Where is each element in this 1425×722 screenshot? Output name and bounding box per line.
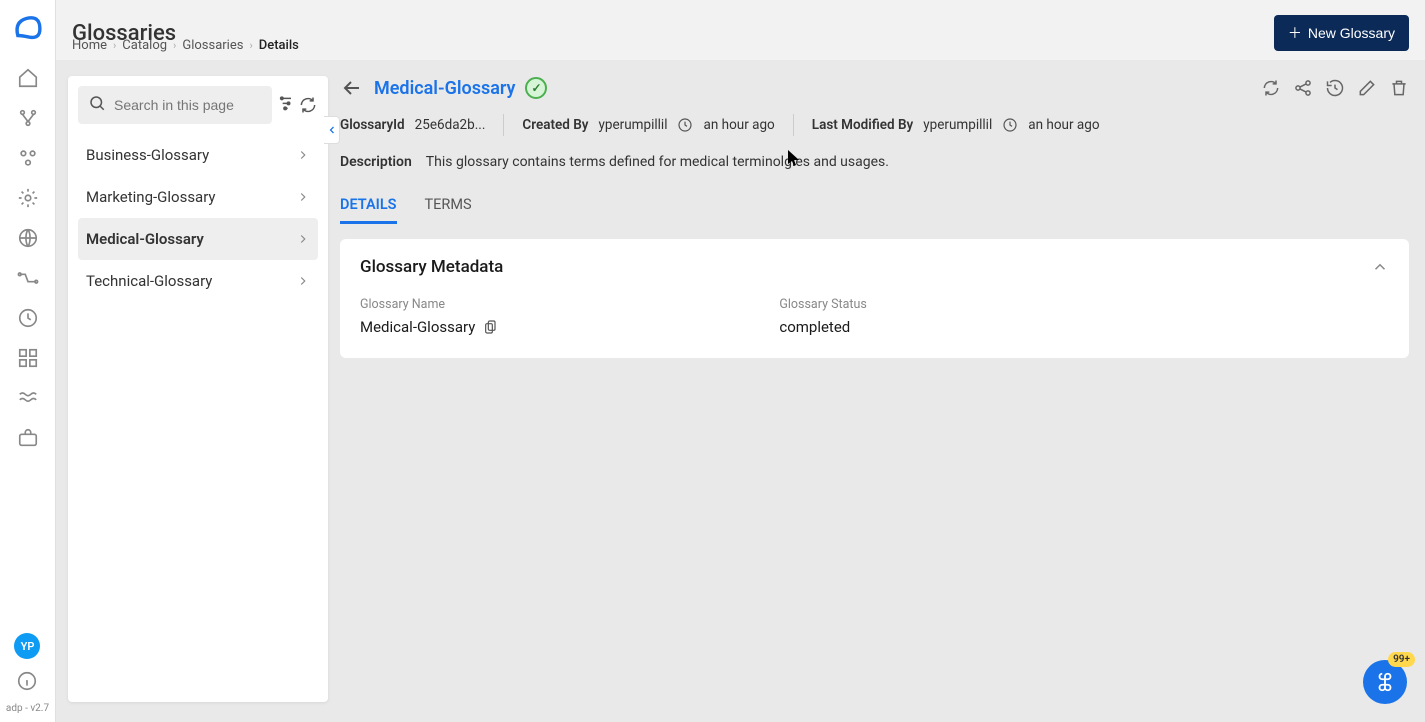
tab-bar: DETAILS TERMS xyxy=(340,196,1409,225)
created-by-time: an hour ago xyxy=(703,117,774,133)
glossary-metadata-card: Glossary Metadata Glossary Name Medical-… xyxy=(340,239,1409,358)
modified-by-time: an hour ago xyxy=(1028,117,1099,133)
sidebar-item-business[interactable]: Business-Glossary xyxy=(78,134,318,176)
refresh-icon[interactable] xyxy=(1261,78,1281,98)
chevron-right-icon xyxy=(296,148,310,162)
history-icon[interactable] xyxy=(1325,78,1345,98)
breadcrumb-catalog[interactable]: Catalog xyxy=(122,38,167,53)
collapse-card-icon[interactable] xyxy=(1371,258,1389,276)
chevron-right-icon xyxy=(296,190,310,204)
breadcrumb-glossaries[interactable]: Glossaries xyxy=(182,38,243,53)
glossary-name-value: Medical-Glossary xyxy=(360,318,475,336)
new-glossary-button[interactable]: ＋ New Glossary xyxy=(1274,15,1409,51)
breadcrumb-home[interactable]: Home xyxy=(72,38,107,53)
status-completed-icon xyxy=(525,77,547,99)
sidebar-item-marketing[interactable]: Marketing-Glossary xyxy=(78,176,318,218)
glossary-title: Medical-Glossary xyxy=(374,78,515,99)
description-value: This glossary contains terms defined for… xyxy=(426,154,889,170)
globe-icon[interactable] xyxy=(16,226,40,250)
delete-icon[interactable] xyxy=(1389,78,1409,98)
pipeline-icon[interactable] xyxy=(16,106,40,130)
breadcrumb: Home › Catalog › Glossaries › Details xyxy=(72,38,299,53)
briefcase-icon[interactable] xyxy=(16,426,40,450)
glossary-id-value: 25e6da2b... xyxy=(415,117,486,133)
flow-icon[interactable] xyxy=(16,266,40,290)
card-title: Glossary Metadata xyxy=(360,257,503,277)
modified-by-label: Last Modified By xyxy=(812,117,914,133)
clock-icon[interactable] xyxy=(16,306,40,330)
sidebar-item-medical[interactable]: Medical-Glossary xyxy=(78,218,318,260)
glossary-name-label: Glossary Name xyxy=(360,297,499,312)
tab-terms[interactable]: TERMS xyxy=(425,196,472,224)
cluster-icon[interactable] xyxy=(16,146,40,170)
waves-icon[interactable] xyxy=(16,386,40,410)
gear-icon[interactable] xyxy=(16,186,40,210)
breadcrumb-details: Details xyxy=(259,38,299,53)
sidebar-item-label: Medical-Glossary xyxy=(86,230,204,248)
glossary-status-label: Glossary Status xyxy=(779,297,867,312)
chevron-right-icon xyxy=(296,232,310,246)
command-fab[interactable]: 99+ xyxy=(1363,660,1407,704)
created-by-label: Created By xyxy=(522,117,588,133)
app-logo[interactable] xyxy=(11,10,45,44)
glossary-id-label: GlossaryId xyxy=(340,117,405,133)
sidebar-item-technical[interactable]: Technical-Glossary xyxy=(78,260,318,302)
tab-details[interactable]: DETAILS xyxy=(340,196,397,224)
home-icon[interactable] xyxy=(16,66,40,90)
search-box[interactable] xyxy=(78,86,272,124)
copy-icon[interactable] xyxy=(483,319,499,335)
left-nav-rail: YP adp - v2.7 xyxy=(0,0,56,722)
created-by-user: yperumpillil xyxy=(599,117,668,133)
edit-icon[interactable] xyxy=(1357,78,1377,98)
glossary-list-panel: Business-Glossary Marketing-Glossary Med… xyxy=(68,76,328,702)
modified-by-user: yperumpillil xyxy=(923,117,992,133)
chevron-right-icon xyxy=(296,274,310,288)
search-icon xyxy=(88,94,106,116)
glossary-status-value: completed xyxy=(779,318,867,336)
search-input[interactable] xyxy=(114,97,262,113)
grid-icon[interactable] xyxy=(16,346,40,370)
back-button[interactable] xyxy=(340,76,364,100)
collapse-sidebar-button[interactable] xyxy=(324,116,340,144)
share-icon[interactable] xyxy=(1293,78,1313,98)
sidebar-item-label: Marketing-Glossary xyxy=(86,188,216,206)
description-label: Description xyxy=(340,154,412,170)
user-avatar[interactable]: YP xyxy=(14,633,40,659)
sidebar-item-label: Business-Glossary xyxy=(86,146,209,164)
clock-icon xyxy=(1002,117,1018,133)
new-glossary-label: New Glossary xyxy=(1308,25,1395,41)
glossary-list: Business-Glossary Marketing-Glossary Med… xyxy=(78,134,318,302)
sidebar-item-label: Technical-Glossary xyxy=(86,272,212,290)
filter-icon[interactable] xyxy=(276,95,296,115)
plus-icon: ＋ xyxy=(1288,23,1302,43)
fab-badge: 99+ xyxy=(1388,652,1415,667)
app-version: adp - v2.7 xyxy=(6,703,49,714)
main-content: Medical-Glossary GlossaryId 25e6da2b... … xyxy=(340,76,1409,706)
clock-icon xyxy=(677,117,693,133)
refresh-icon[interactable] xyxy=(298,95,318,115)
info-icon[interactable] xyxy=(15,669,39,693)
